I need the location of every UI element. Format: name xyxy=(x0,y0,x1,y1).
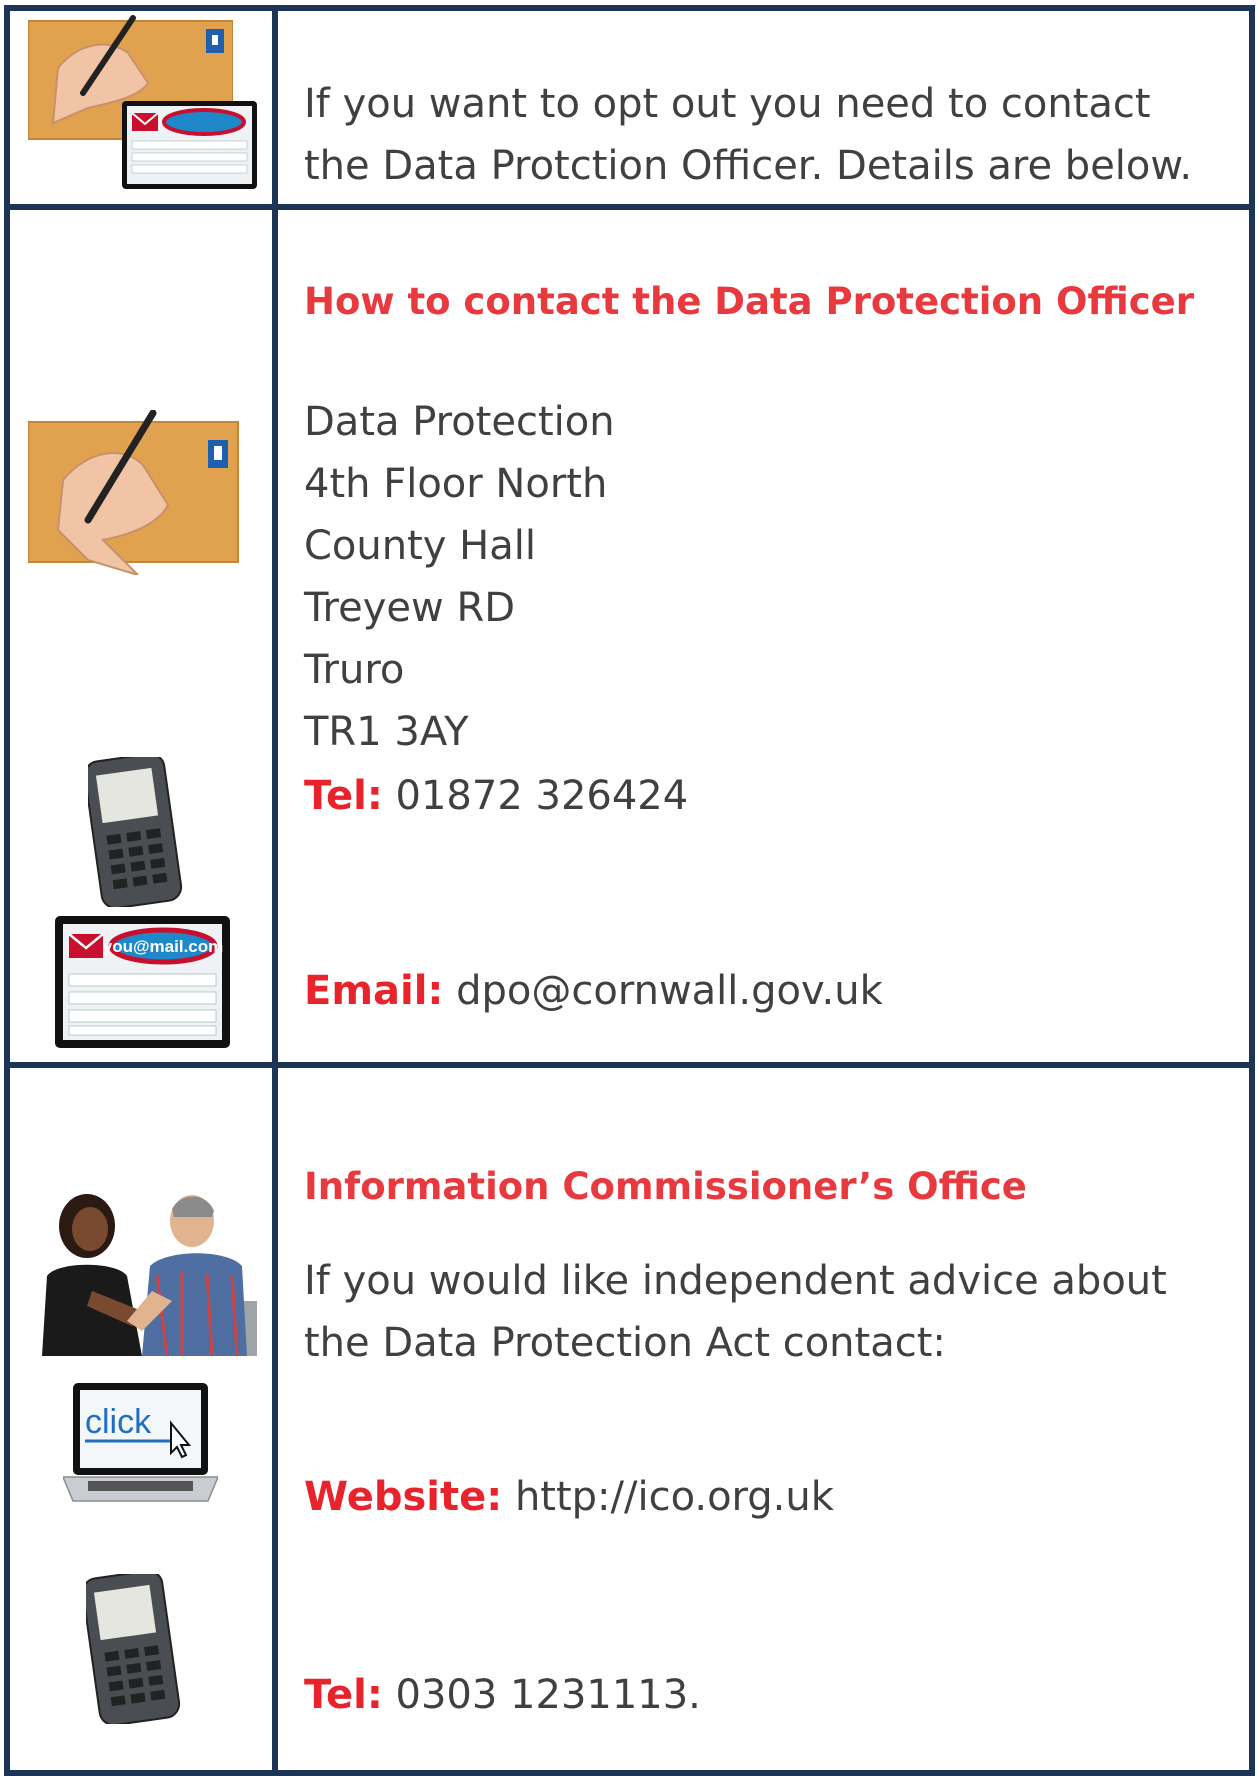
opt-out-line-1: If you want to opt out you need to conta… xyxy=(304,81,1151,127)
tel-value[interactable]: 01872 326424 xyxy=(383,773,689,819)
email-tablet-icon: you@mail.com xyxy=(55,916,230,1048)
email-value[interactable]: dpo@cornwall.gov.uk xyxy=(443,968,883,1014)
address-line: County Hall xyxy=(304,523,536,569)
website-link[interactable]: http://ico.org.uk xyxy=(502,1474,834,1520)
ico-line-1: If you would like independent advice abo… xyxy=(304,1258,1167,1304)
tel-label: Tel: xyxy=(304,1672,383,1718)
dpo-contact-row: you@mail.com How to contact the Data Pro… xyxy=(4,204,1255,1068)
dpo-text-cell: How to contact the Data Protection Offic… xyxy=(272,204,1255,1068)
website-label: Website: xyxy=(304,1474,503,1520)
address-line: 4th Floor North xyxy=(304,461,608,507)
easy-read-table: If you want to opt out you need to conta… xyxy=(4,5,1255,1776)
tablet-email-text: you@mail.com xyxy=(103,937,224,956)
dpo-tel: Tel: 01872 326424 xyxy=(304,765,1239,827)
email-label: Email: xyxy=(304,968,444,1014)
opt-out-row: If you want to opt out you need to conta… xyxy=(4,5,1255,210)
mobile-phone-icon xyxy=(88,757,186,907)
ico-line-2: the Data Protection Act contact: xyxy=(304,1320,946,1366)
address-line: Truro xyxy=(304,647,405,693)
dpo-address: Data Protection 4th Floor North County H… xyxy=(304,391,1239,763)
ico-website: Website: http://ico.org.uk xyxy=(304,1466,1239,1528)
ico-heading: Information Commissioner’s Office xyxy=(304,1165,1027,1208)
opt-out-picture-cell xyxy=(4,5,278,210)
ico-tel: Tel: 0303 1231113. xyxy=(304,1664,1239,1726)
people-talking-icon xyxy=(32,1181,257,1356)
tel-label: Tel: xyxy=(304,773,383,819)
easy-read-page: If you want to opt out you need to conta… xyxy=(0,0,1258,1776)
mobile-phone-icon xyxy=(86,1574,184,1724)
letter-writing-icon xyxy=(28,410,243,575)
address-line: TR1 3AY xyxy=(304,709,469,755)
dpo-picture-cell: you@mail.com xyxy=(4,204,278,1068)
address-line: Treyew RD xyxy=(304,585,516,631)
laptop-click-icon: click xyxy=(63,1383,218,1508)
ico-paragraph: If you would like independent advice abo… xyxy=(304,1250,1239,1374)
laptop-click-text: click xyxy=(85,1403,152,1441)
address-line: Data Protection xyxy=(304,399,615,445)
opt-out-line-2: the Data Protction Officer. Details are … xyxy=(304,143,1193,189)
ico-picture-cell: click xyxy=(4,1062,278,1776)
tel-value[interactable]: 0303 1231113. xyxy=(383,1672,701,1718)
ico-text-cell: Information Commissioner’s Office If you… xyxy=(272,1062,1255,1776)
opt-out-text-cell: If you want to opt out you need to conta… xyxy=(272,5,1255,210)
email-tablet-icon xyxy=(122,101,257,189)
dpo-email: Email: dpo@cornwall.gov.uk xyxy=(304,960,1239,1022)
dpo-heading: How to contact the Data Protection Offic… xyxy=(304,280,1195,323)
opt-out-paragraph: If you want to opt out you need to conta… xyxy=(304,73,1239,197)
ico-row: click Information Commissioner’s Office … xyxy=(4,1062,1255,1776)
